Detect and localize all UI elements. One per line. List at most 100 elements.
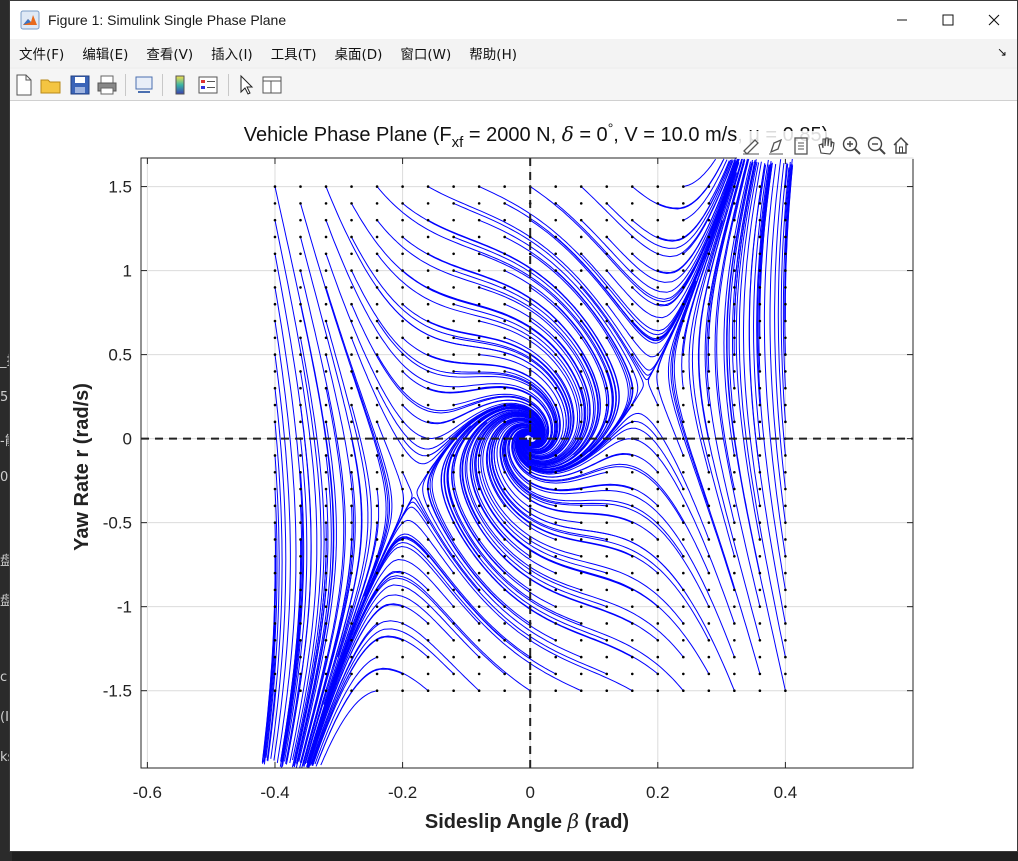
seed-point: [426, 218, 430, 222]
seed-point: [579, 353, 583, 356]
menu-window[interactable]: 窗口(W): [391, 43, 460, 63]
seed-point: [554, 454, 558, 457]
seed-point: [426, 638, 430, 642]
minimize-button[interactable]: [879, 1, 925, 39]
seed-point: [426, 403, 430, 407]
seed-point: [324, 353, 328, 356]
print-icon[interactable]: [95, 73, 119, 97]
seed-point: [426, 353, 430, 356]
seed-point: [375, 185, 379, 188]
seed-point: [605, 622, 609, 625]
seed-point: [656, 302, 660, 306]
menu-desktop[interactable]: 桌面(D): [325, 43, 391, 63]
close-button[interactable]: [971, 1, 1017, 39]
seed-point: [273, 588, 277, 592]
menu-help[interactable]: 帮助(H): [460, 43, 526, 63]
seed-point: [426, 202, 430, 205]
seed-point: [452, 521, 455, 524]
seed-point: [273, 470, 277, 474]
seed-point: [733, 538, 736, 541]
seed-point: [452, 269, 455, 272]
seed-point: [656, 622, 660, 625]
seed-point: [324, 302, 328, 306]
seed-point: [682, 538, 685, 541]
seed-point: [579, 370, 583, 373]
seed-point: [554, 202, 558, 205]
legend-icon[interactable]: [196, 73, 220, 97]
seed-point: [554, 353, 558, 356]
colorbar-icon[interactable]: [168, 73, 192, 97]
seed-point: [707, 319, 711, 323]
link-plot-icon[interactable]: [132, 73, 156, 97]
seed-point: [784, 353, 787, 356]
seed-point: [554, 504, 558, 508]
seed-point: [682, 420, 685, 424]
open-folder-icon[interactable]: [39, 73, 63, 97]
seed-point: [682, 185, 685, 188]
seed-point: [784, 386, 787, 390]
seed-point: [784, 269, 787, 272]
seed-point: [350, 605, 353, 608]
seed-point: [299, 638, 302, 642]
seed-point: [401, 370, 404, 373]
new-file-icon[interactable]: [12, 73, 36, 97]
seed-point: [452, 235, 455, 239]
phase-plane-plot[interactable]: -0.6 -0.4 -0.2 0 0.2 0.4-1.5-1-0.500.511.5 Ve…: [10, 101, 1017, 851]
seed-point: [426, 454, 430, 457]
seed-point: [299, 605, 302, 608]
seed-point: [375, 437, 379, 440]
seed-point: [375, 554, 379, 558]
menu-dock-arrow-icon[interactable]: ↘: [997, 45, 1007, 59]
seed-point: [630, 319, 634, 323]
menu-file[interactable]: 文件(F): [10, 43, 73, 63]
seed-point: [452, 420, 455, 424]
seed-point: [324, 672, 328, 676]
menu-tools[interactable]: 工具(T): [262, 43, 326, 63]
edit-plot-icon[interactable]: [234, 73, 258, 97]
seed-point: [707, 689, 711, 692]
seed-point: [375, 538, 379, 541]
seed-point: [503, 269, 506, 272]
menu-edit[interactable]: 编辑(E): [73, 43, 137, 63]
seed-point: [605, 218, 609, 222]
seed-point: [324, 571, 328, 575]
seed-point: [707, 504, 711, 508]
seed-point: [350, 655, 353, 659]
menu-view[interactable]: 查看(V): [137, 43, 202, 63]
save-icon[interactable]: [68, 73, 92, 97]
seed-point: [401, 504, 404, 508]
seed-point: [733, 638, 736, 642]
seed-point: [758, 420, 762, 424]
seed-point: [324, 286, 328, 289]
seed-point: [477, 353, 481, 356]
seed-point: [299, 218, 302, 222]
seed-point: [350, 420, 353, 424]
window-title: Figure 1: Simulink Single Phase Plane: [48, 12, 287, 28]
x-tick-label: 0.2: [646, 783, 670, 802]
title-bar[interactable]: Figure 1: Simulink Single Phase Plane: [10, 1, 1017, 39]
maximize-button[interactable]: [925, 1, 971, 39]
seed-point: [477, 252, 481, 256]
axes-toolbar: [737, 131, 917, 159]
seed-point: [605, 538, 609, 541]
seed-point: [350, 302, 353, 306]
seed-point: [707, 370, 711, 373]
seed-point: [503, 655, 506, 659]
seed-point: [528, 319, 532, 323]
seed-point: [350, 622, 353, 625]
seed-point: [630, 252, 634, 256]
seed-point: [401, 638, 404, 642]
seed-point: [579, 185, 583, 188]
seed-point: [784, 487, 787, 491]
seed-point: [579, 252, 583, 256]
seed-point: [503, 521, 506, 524]
seed-point: [324, 638, 328, 642]
seed-point: [733, 470, 736, 474]
menu-insert[interactable]: 插入(I): [202, 43, 262, 63]
seed-point: [299, 286, 302, 289]
seed-point: [426, 370, 430, 373]
seed-point: [605, 336, 609, 340]
seed-point: [630, 605, 634, 608]
seed-point: [554, 571, 558, 575]
property-inspector-icon[interactable]: [260, 73, 284, 97]
